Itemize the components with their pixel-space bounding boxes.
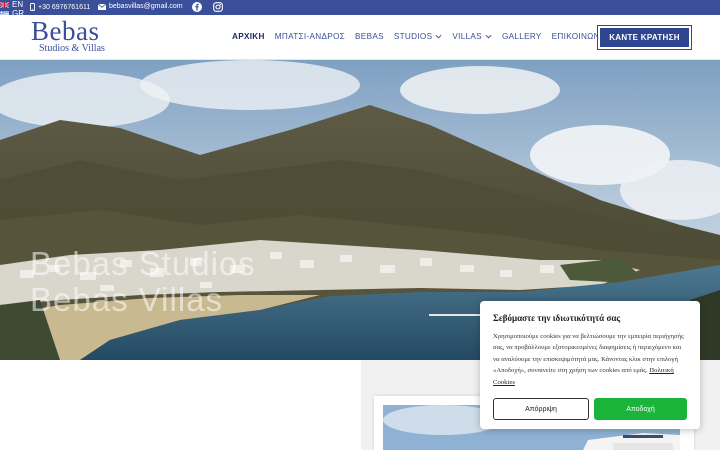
accept-cookies-button[interactable]: Αποδοχή xyxy=(594,398,687,420)
main-nav: ΑΡΧΙΚΗ ΜΠΑΤΣΙ-ΑΝΔΡΟΣ BEBAS STUDIOS VILLA… xyxy=(232,32,608,41)
nav-item-villas[interactable]: VILLAS xyxy=(452,32,492,41)
top-bar: +30 6976761611 bebasvillas@gmail.com EN … xyxy=(0,0,720,18)
hero-title: Bebas Studios Bebas Villas xyxy=(30,246,256,318)
nav-item-batsi-andros[interactable]: ΜΠΑΤΣΙ-ΑΝΔΡΟΣ xyxy=(275,32,345,41)
instagram-icon xyxy=(213,2,223,12)
nav-label: VILLAS xyxy=(452,32,482,41)
site-logo[interactable]: Bebas Studios & Villas xyxy=(31,16,111,57)
nav-item-gallery[interactable]: GALLERY xyxy=(502,32,542,41)
slider-indicator[interactable] xyxy=(429,314,485,316)
hero-title-line2: Bebas Villas xyxy=(30,281,224,318)
logo-main-text: Bebas xyxy=(31,16,100,46)
nav-item-bebas[interactable]: BEBAS xyxy=(355,32,384,41)
chevron-down-icon xyxy=(485,34,492,39)
envelope-icon xyxy=(98,3,106,10)
nav-label: STUDIOS xyxy=(393,32,433,41)
nav-label: ΑΡΧΙΚΗ xyxy=(232,32,265,41)
logo-sub-text: Studios & Villas xyxy=(39,43,105,54)
chevron-down-icon xyxy=(435,34,442,39)
facebook-link[interactable] xyxy=(192,2,202,12)
cookie-consent-banner: Σεβόμαστε την ιδιωτικότητά σας Χρησιμοπο… xyxy=(480,301,700,429)
facebook-icon xyxy=(192,2,202,12)
site-header: Bebas Studios & Villas ΑΡΧΙΚΗ ΜΠΑΤΣΙ-ΑΝΔ… xyxy=(0,15,720,60)
phone-contact[interactable]: +30 6976761611 xyxy=(30,3,90,11)
book-now-button[interactable]: ΚΑΝΤΕ ΚΡΑΤΗΣΗ xyxy=(597,25,692,50)
cookie-text: Χρησιμοποιούμε cookies για να βελτιώσουμ… xyxy=(493,331,687,388)
nav-item-home[interactable]: ΑΡΧΙΚΗ xyxy=(232,32,265,41)
cookie-buttons: Απόρριψη Αποδοχή xyxy=(493,398,687,420)
hero-title-line1: Bebas Studios xyxy=(30,245,256,282)
reject-cookies-button[interactable]: Απόρριψη xyxy=(493,398,589,420)
nav-label: GALLERY xyxy=(501,32,542,41)
phone-number: +30 6976761611 xyxy=(38,3,91,11)
instagram-link[interactable] xyxy=(213,2,223,12)
uk-flag-icon xyxy=(0,1,9,8)
email-contact[interactable]: bebasvillas@gmail.com xyxy=(98,3,183,10)
language-en-label: EN xyxy=(12,0,24,9)
phone-icon xyxy=(30,3,35,11)
cookie-title: Σεβόμαστε την ιδιωτικότητά σας xyxy=(493,313,621,323)
nav-label: BEBAS xyxy=(355,32,384,41)
email-address: bebasvillas@gmail.com xyxy=(109,3,183,10)
nav-label: ΜΠΑΤΣΙ-ΑΝΔΡΟΣ xyxy=(274,32,346,41)
nav-item-studios[interactable]: STUDIOS xyxy=(394,32,443,41)
